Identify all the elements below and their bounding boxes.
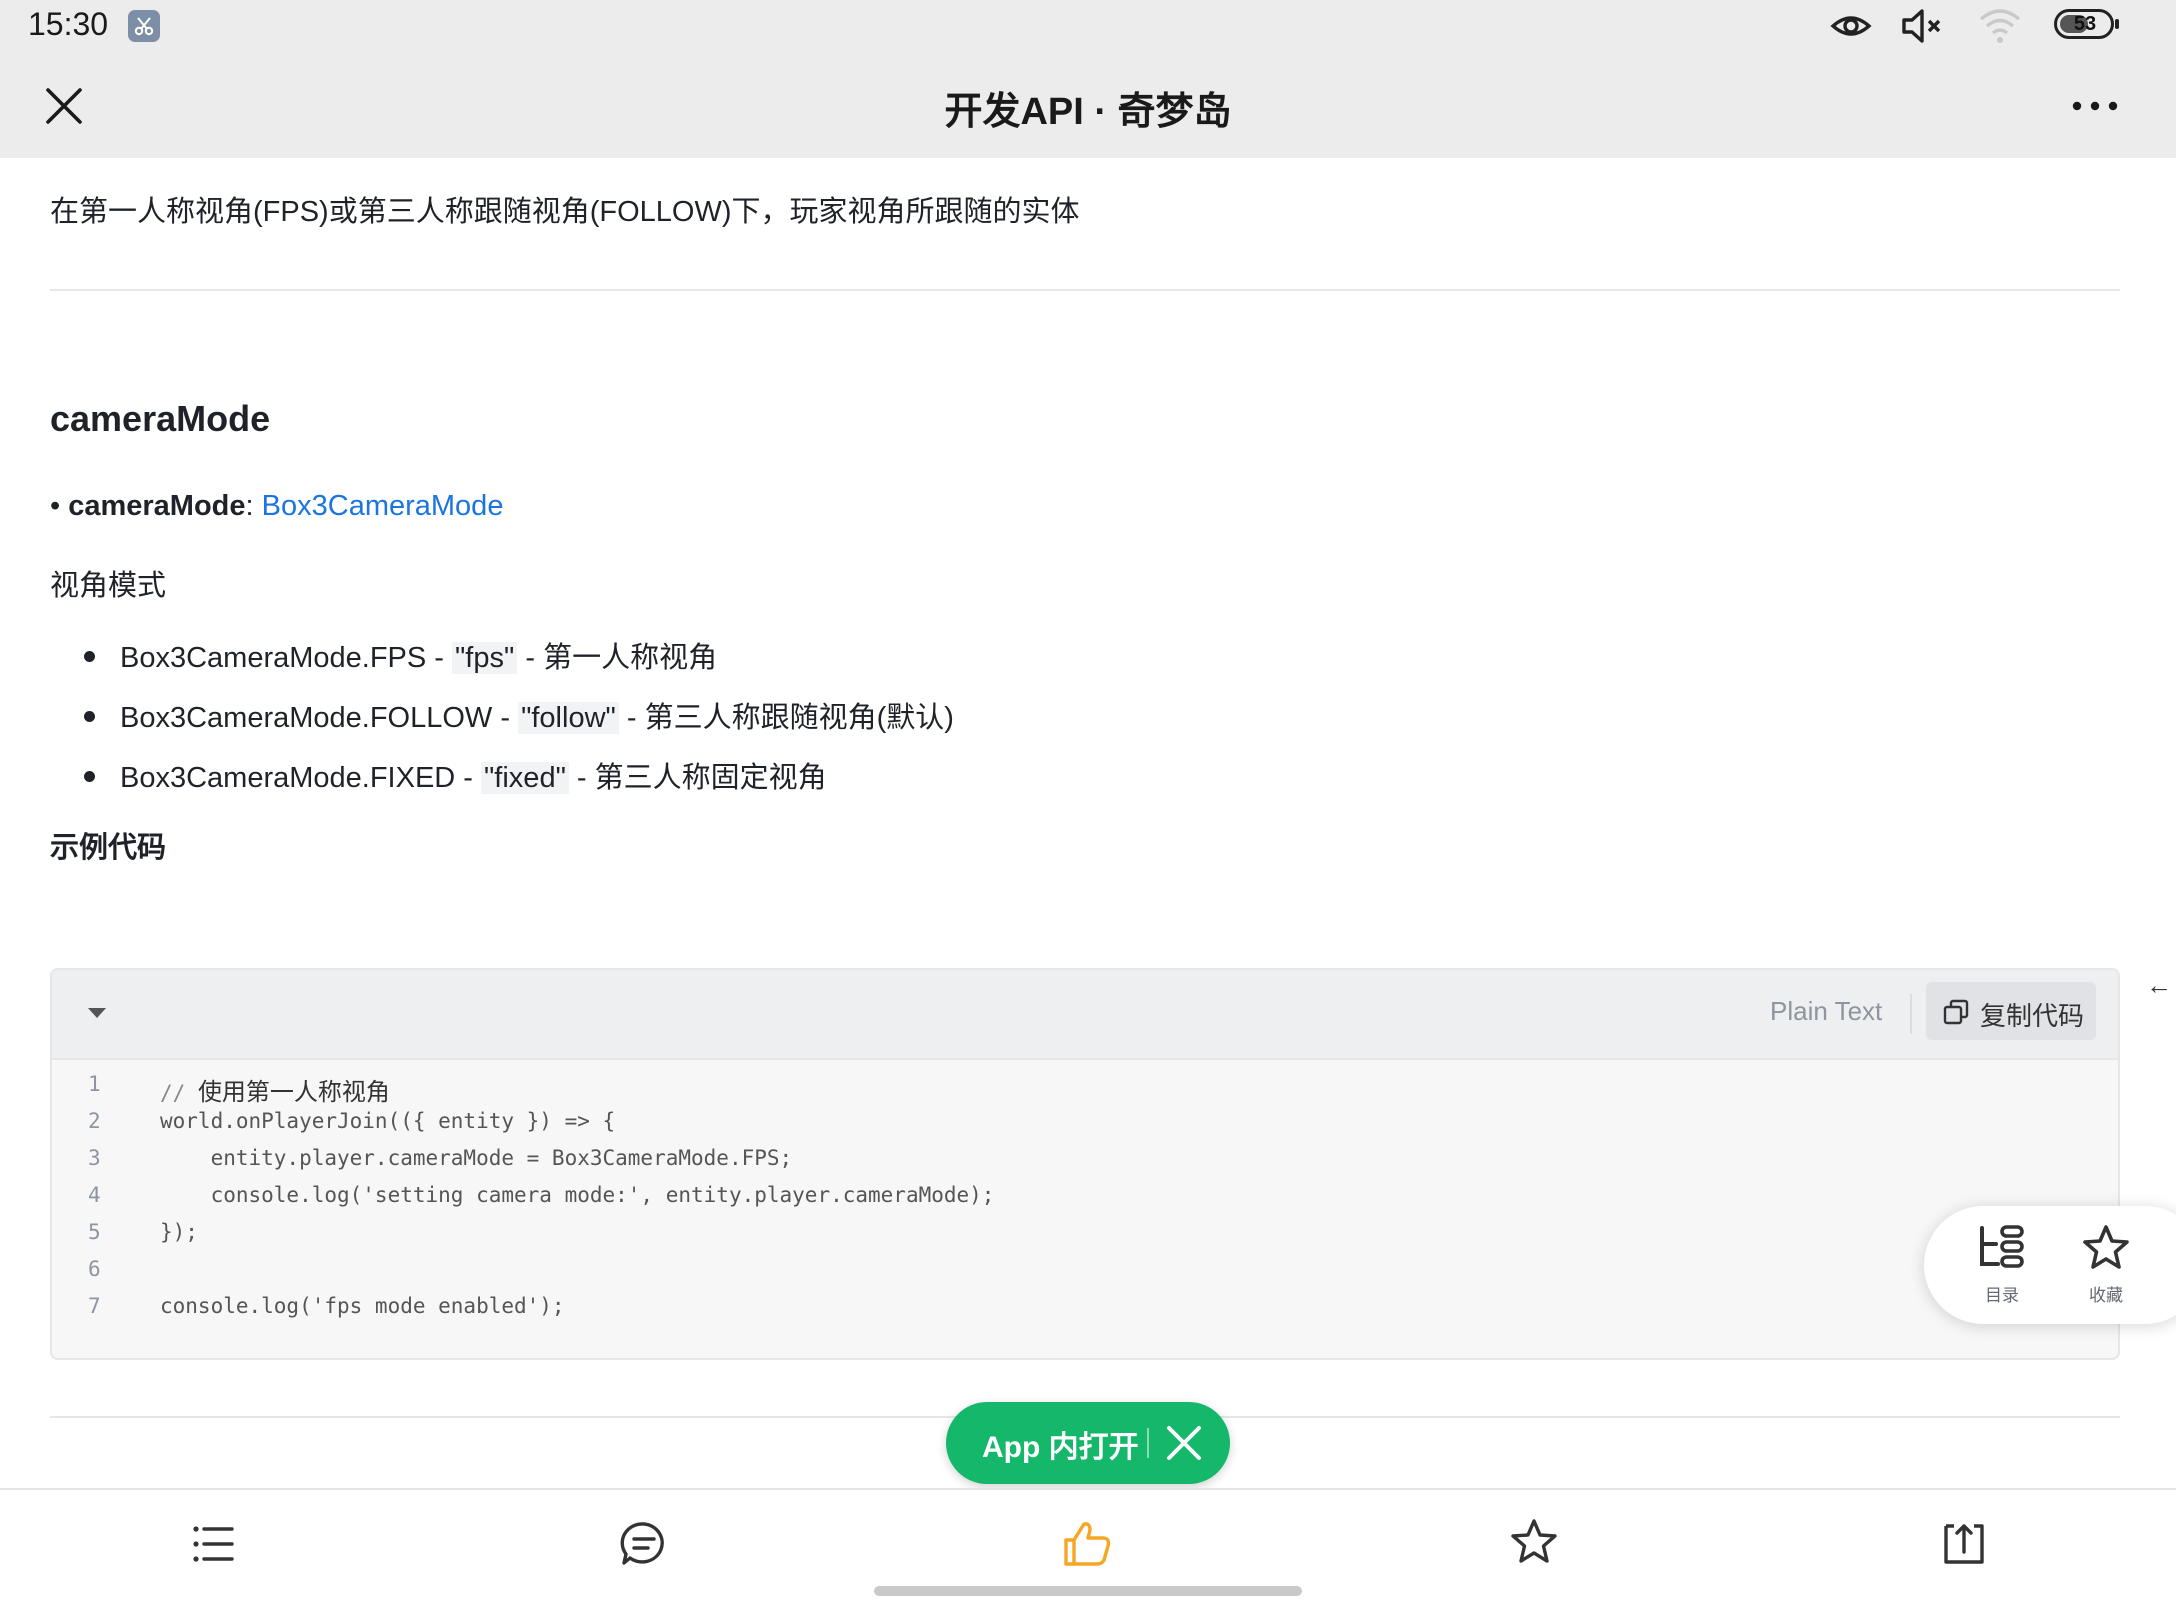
more-icon[interactable] — [2070, 96, 2120, 116]
share-icon[interactable] — [1938, 1518, 1990, 1570]
comment-icon[interactable] — [618, 1518, 670, 1570]
favorite-button[interactable]: 收藏 — [2066, 1224, 2146, 1306]
close-icon[interactable] — [1164, 1423, 1204, 1463]
divider — [50, 289, 2120, 291]
status-bar: 15:30 53 — [0, 0, 2176, 52]
bullet-dot — [84, 650, 95, 662]
mute-icon — [1902, 9, 1941, 43]
bottom-toolbar — [0, 1488, 2176, 1602]
eye-icon — [1830, 16, 1872, 36]
code-line: 6 — [88, 1257, 101, 1281]
copy-icon — [1943, 999, 1969, 1025]
toc-icon — [1980, 1225, 2024, 1268]
page-title: 开发API · 奇梦岛 — [944, 91, 1232, 133]
inline-code: "fps" — [452, 642, 518, 674]
star-icon[interactable] — [1508, 1518, 1560, 1570]
list-item: Box3CameraMode.FOLLOW - "follow" - 第三人称跟… — [84, 694, 954, 736]
property-bullet: • — [50, 490, 61, 522]
scroll-hint-arrow-icon[interactable]: ←→ — [2146, 970, 2176, 1001]
example-code-label: 示例代码 — [50, 832, 167, 864]
battery-icon: 53 — [2054, 9, 2119, 39]
section-title: cameraMode — [50, 398, 271, 439]
code-block-header: Plain Text 复制代码 — [52, 970, 2118, 1060]
property-name: cameraMode — [68, 490, 246, 522]
bullet-dot — [84, 710, 95, 722]
property-colon: : — [245, 490, 254, 522]
code-line: 5}); — [88, 1220, 198, 1244]
nav-bar: 开发API · 奇梦岛 — [0, 52, 2176, 158]
intro-text: 在第一人称视角(FPS)或第三人称跟随视角(FOLLOW)下，玩家视角所跟随的实… — [50, 196, 1080, 228]
separator — [1910, 994, 1912, 1034]
property-type-link[interactable]: Box3CameraMode — [262, 490, 504, 522]
list-item: Box3CameraMode.FIXED - "fixed" - 第三人称固定视… — [84, 754, 827, 796]
open-in-app-label: App 内打开 — [982, 1431, 1139, 1464]
code-block: Plain Text 复制代码 1// 使用第一人称视角 2 world.onPl… — [50, 968, 2120, 1360]
open-in-app-button[interactable]: App 内打开 — [946, 1402, 1230, 1484]
code-line: 4 console.log('setting camera mode:', en… — [88, 1183, 995, 1207]
like-icon[interactable] — [1062, 1518, 1114, 1570]
property-description: 视角模式 — [50, 570, 167, 602]
code-line: 7 console.log('fps mode enabled'); — [88, 1294, 565, 1318]
collapse-caret-icon[interactable] — [88, 1008, 106, 1018]
copy-code-button[interactable]: 复制代码 — [1926, 982, 2096, 1040]
star-icon — [2083, 1225, 2129, 1269]
status-time: 15:30 — [28, 6, 109, 42]
battery-level: 53 — [2073, 13, 2097, 35]
code-line: 2 world.onPlayerJoin(({ entity }) => { — [88, 1109, 616, 1133]
code-line: 1// 使用第一人称视角 — [88, 1072, 390, 1106]
bullet-dot — [84, 770, 95, 782]
list-item: Box3CameraMode.FPS - "fps" - 第一人称视角 — [84, 634, 717, 676]
inline-code: "fixed" — [481, 762, 569, 794]
toc-label: 目录 — [1985, 1286, 2019, 1305]
home-indicator[interactable] — [874, 1586, 1302, 1596]
code-language[interactable]: Plain Text — [1770, 996, 1882, 1027]
toc-button[interactable]: 目录 — [1962, 1224, 2042, 1306]
scissors-app-icon — [128, 10, 160, 42]
favorite-label: 收藏 — [2089, 1286, 2123, 1305]
list-icon[interactable] — [188, 1518, 240, 1570]
inline-code: "follow" — [518, 702, 619, 734]
separator — [1147, 1428, 1149, 1458]
code-line: 3 entity.player.cameraMode = Box3CameraM… — [88, 1146, 793, 1170]
property-signature: • cameraMode: Box3CameraMode — [50, 490, 503, 523]
floating-toolbar: 目录 收藏 — [1924, 1206, 2176, 1324]
copy-code-label: 复制代码 — [1980, 1001, 2085, 1031]
wifi-icon — [1979, 9, 2021, 43]
